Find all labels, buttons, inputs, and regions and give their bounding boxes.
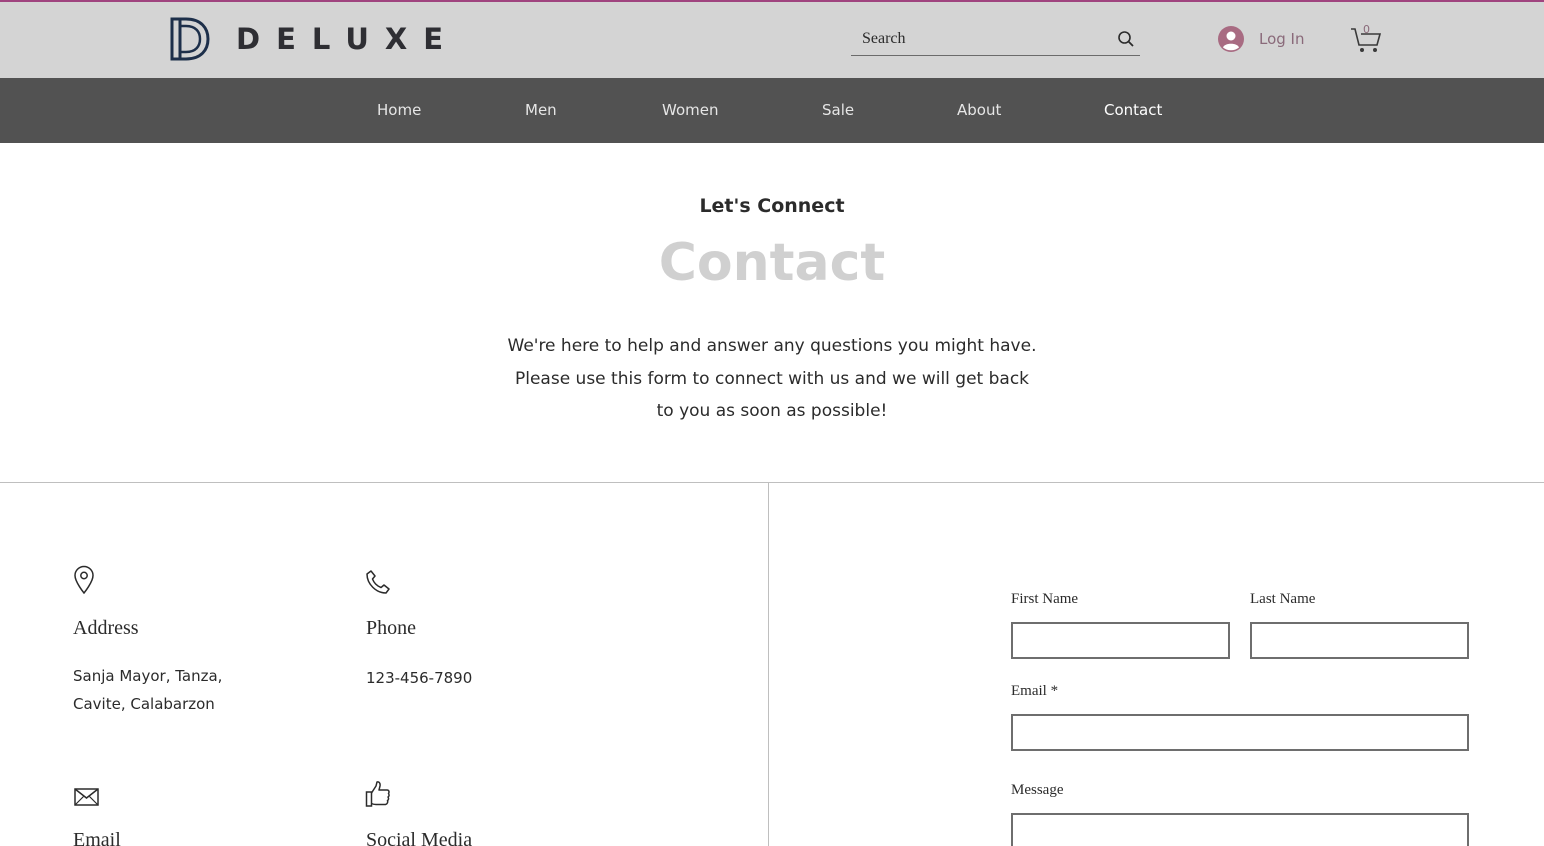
login-button[interactable]: Log In bbox=[1218, 26, 1305, 52]
nav-item-contact[interactable]: Contact bbox=[1104, 101, 1162, 119]
email-field[interactable] bbox=[1011, 714, 1469, 751]
brand-name: DELUXE bbox=[236, 22, 460, 56]
intro-line: Please use this form to connect with us … bbox=[514, 368, 1030, 389]
cart-button[interactable]: 0 bbox=[1350, 23, 1382, 54]
intro-line: We're here to help and answer any questi… bbox=[507, 336, 1037, 356]
phone-icon bbox=[366, 570, 390, 594]
logo-mark-icon bbox=[170, 17, 210, 61]
address-line: Cavite, Calabarzon bbox=[73, 695, 215, 713]
intro-text: We're here to help and answer any questi… bbox=[0, 330, 1544, 428]
main-nav: Home Men Women Sale About Contact bbox=[0, 78, 1544, 143]
first-name-field[interactable] bbox=[1011, 622, 1230, 659]
social-heading: Social Media bbox=[366, 829, 473, 846]
email-label: Email * bbox=[1011, 683, 1059, 699]
phone-heading: Phone bbox=[366, 617, 416, 639]
section-divider bbox=[0, 482, 1544, 483]
last-name-label: Last Name bbox=[1250, 591, 1316, 607]
site-header: DELUXE Log In 0 bbox=[0, 2, 1544, 78]
thumbs-up-icon bbox=[365, 781, 390, 807]
search-icon[interactable] bbox=[1117, 30, 1135, 48]
message-field[interactable] bbox=[1011, 813, 1469, 846]
first-name-label: First Name bbox=[1011, 591, 1079, 607]
address-line: Sanja Mayor, Tanza, bbox=[73, 667, 223, 685]
phone-value: 123-456-7890 bbox=[366, 669, 473, 687]
column-divider bbox=[768, 483, 769, 846]
intro-line: to you as soon as possible! bbox=[656, 401, 888, 421]
section-eyebrow: Let's Connect bbox=[699, 195, 845, 217]
page-title: Contact bbox=[658, 233, 886, 293]
map-pin-icon bbox=[74, 565, 94, 595]
address-heading: Address bbox=[73, 617, 139, 639]
search-bar bbox=[851, 24, 1140, 56]
nav-item-sale[interactable]: Sale bbox=[822, 101, 854, 119]
nav-item-home[interactable]: Home bbox=[377, 101, 421, 119]
cart-count: 0 bbox=[1363, 23, 1370, 36]
message-label: Message bbox=[1011, 782, 1064, 798]
user-avatar-icon bbox=[1218, 26, 1244, 52]
login-label: Log In bbox=[1259, 30, 1305, 48]
nav-item-women[interactable]: Women bbox=[662, 101, 718, 119]
nav-item-about[interactable]: About bbox=[957, 101, 1001, 119]
search-input[interactable] bbox=[851, 24, 1101, 54]
logo[interactable]: DELUXE bbox=[168, 16, 459, 62]
last-name-field[interactable] bbox=[1250, 622, 1469, 659]
email-heading: Email bbox=[73, 829, 121, 846]
nav-item-men[interactable]: Men bbox=[525, 101, 557, 119]
envelope-icon bbox=[74, 788, 99, 806]
address-text: Sanja Mayor, Tanza, Cavite, Calabarzon bbox=[73, 662, 222, 718]
